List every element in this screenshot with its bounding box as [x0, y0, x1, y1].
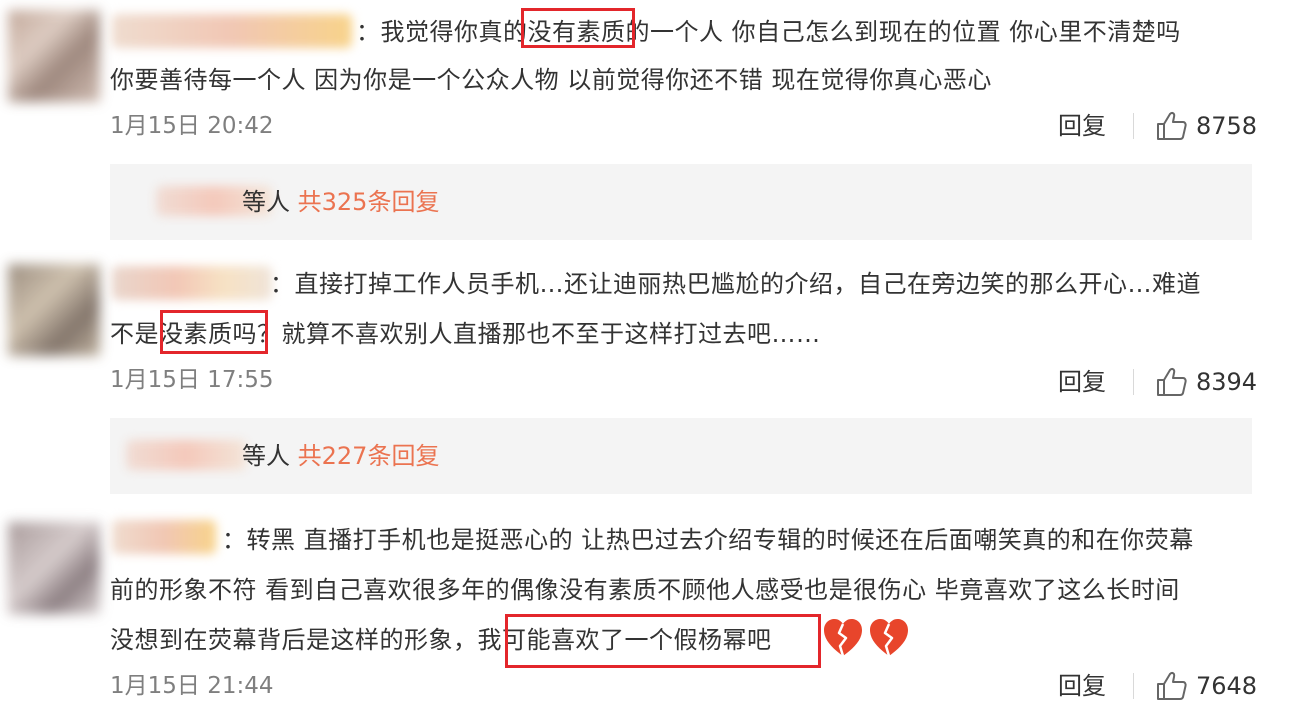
sub-reply-prefix: 等人: [242, 188, 290, 216]
comment-text-line: ：直接打掉工作人员手机…还让迪丽热巴尴尬的介绍，自己在旁边笑的那么开心…难道: [270, 270, 1201, 298]
comment-text-line: ：我觉得你真的没有素质的一个人 你自己怎么到现在的位置 你心里不清楚吗: [356, 18, 1181, 46]
divider: [1133, 113, 1134, 139]
comment-text-line: 前的形象不符 看到自己喜欢很多年的偶像没有素质不顾他人感受也是很伤心 毕竟喜欢了…: [110, 576, 1180, 604]
sub-reply-summary: 等人 共227条回复: [242, 436, 439, 476]
sub-reply-prefix: 等人: [242, 442, 290, 470]
comment-time: 1月15日 21:44: [110, 673, 274, 699]
reply-button[interactable]: 回复: [1058, 362, 1106, 402]
like-button[interactable]: 8394: [1156, 362, 1257, 402]
sub-reply-link[interactable]: 共227条回复: [298, 442, 440, 470]
sub-reply-box[interactable]: 等人 共325条回复: [110, 164, 1252, 240]
broken-heart-icon: [824, 619, 862, 657]
like-button[interactable]: 8758: [1156, 106, 1257, 146]
like-count: 7648: [1196, 672, 1258, 700]
weibo-comment-list: ：我觉得你真的没有素质的一个人 你自己怎么到现在的位置 你心里不清楚吗 你要善待…: [0, 0, 1300, 716]
thumbs-up-icon: [1157, 112, 1187, 140]
sub-reply-box[interactable]: 等人 共227条回复: [110, 418, 1252, 494]
comment-time: 1月15日 17:55: [110, 367, 274, 393]
broken-heart-icon: [870, 619, 908, 657]
reply-button[interactable]: 回复: [1058, 106, 1106, 146]
reply-button[interactable]: 回复: [1058, 666, 1106, 706]
avatar[interactable]: [8, 264, 100, 356]
username-blurred[interactable]: [112, 266, 272, 300]
comment-text-line: 不是没素质吗？就算不喜欢别人直播那也不至于这样打过去吧……: [110, 320, 821, 348]
thumbs-up-icon: [1157, 672, 1187, 700]
comment-text-line: ：转黑 直播打手机也是挺恶心的 让热巴过去介绍专辑的时候还在后面嘲笑真的和在你荧…: [222, 526, 1194, 554]
sub-reply-link[interactable]: 共325条回复: [298, 188, 440, 216]
divider: [1133, 369, 1134, 395]
avatar[interactable]: [8, 522, 100, 614]
username-blurred[interactable]: [112, 14, 352, 48]
username-blurred[interactable]: [112, 520, 216, 554]
comment-text-line: 没想到在荧幕背后是这样的形象，我可能喜欢了一个假杨幂吧: [110, 626, 772, 654]
comment-text-line: 你要善待每一个人 因为你是一个公众人物 以前觉得你还不错 现在觉得你真心恶心: [110, 66, 992, 94]
sub-reply-summary: 等人 共325条回复: [242, 182, 439, 222]
username-blurred: [126, 440, 246, 470]
like-button[interactable]: 7648: [1156, 666, 1257, 706]
divider: [1133, 673, 1134, 699]
comment-time: 1月15日 20:42: [110, 113, 274, 139]
avatar[interactable]: [8, 10, 100, 102]
like-count: 8758: [1196, 112, 1258, 140]
like-count: 8394: [1196, 368, 1258, 396]
thumbs-up-icon: [1157, 368, 1187, 396]
